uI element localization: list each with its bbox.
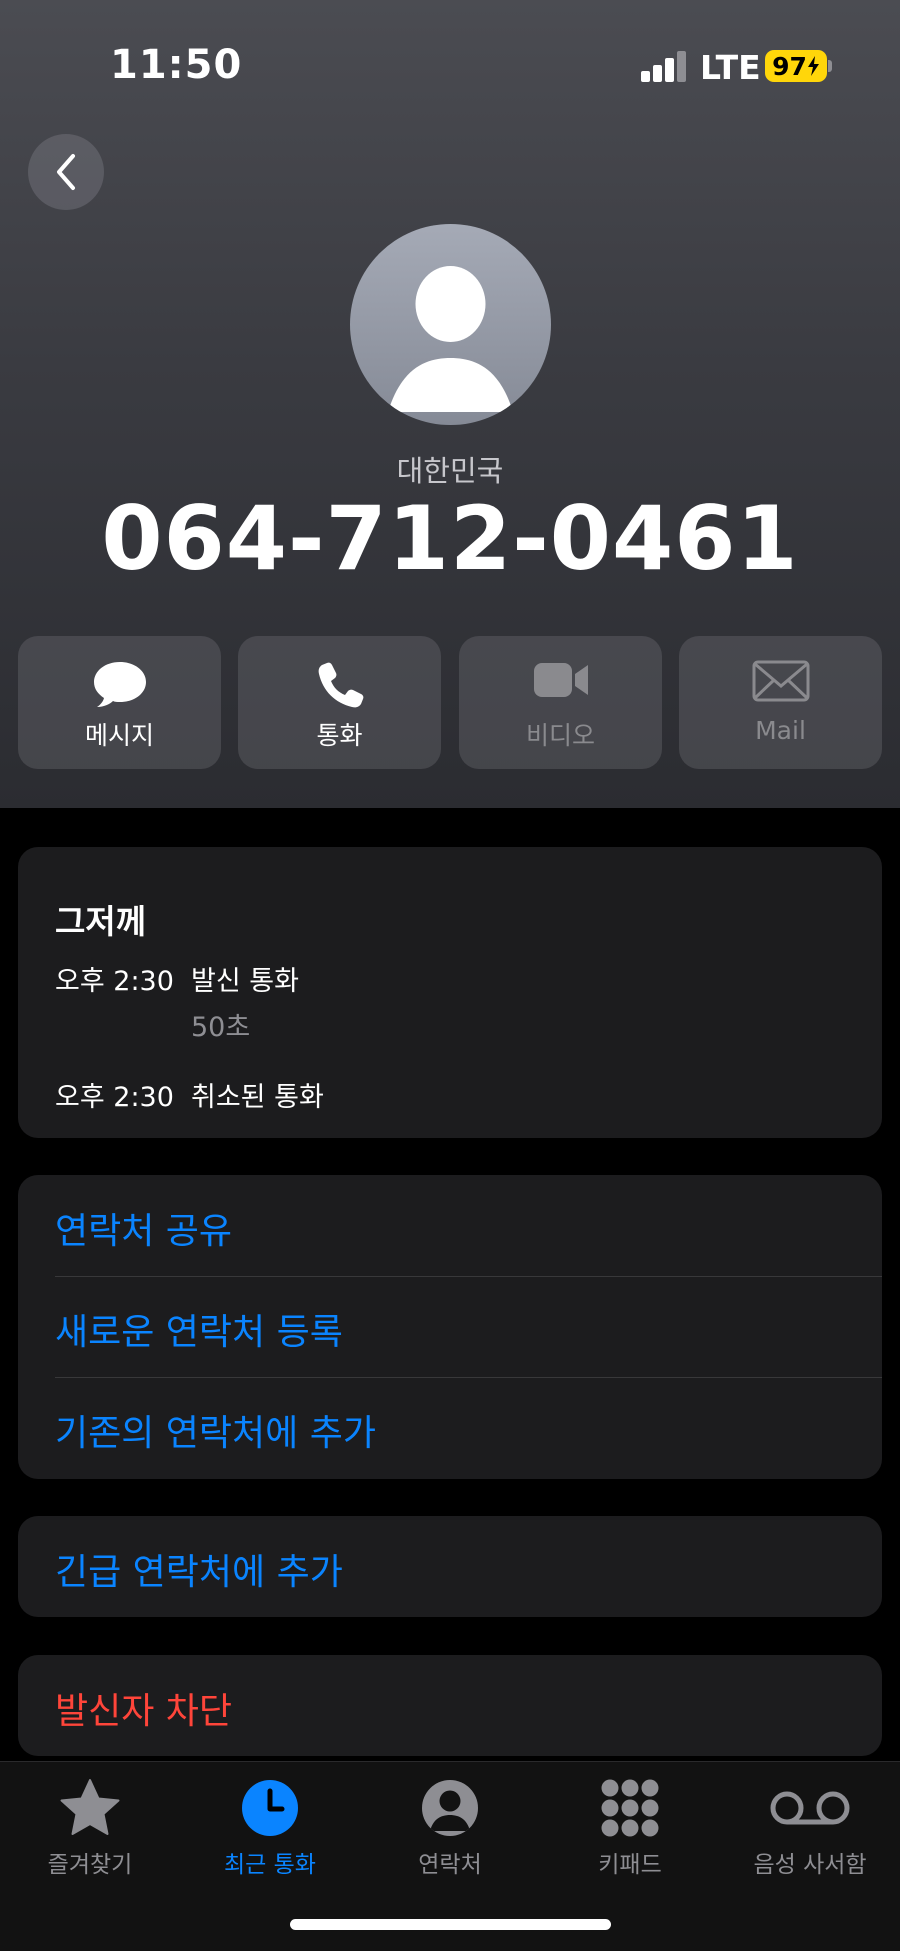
contact-options-card: 연락처 공유 새로운 연락처 등록 기존의 연락처에 추가 xyxy=(18,1175,882,1479)
block-caller-button[interactable]: 발신자 차단 xyxy=(55,1682,232,1734)
add-emergency-contact-button[interactable]: 긴급 연락처에 추가 xyxy=(55,1543,343,1595)
home-indicator[interactable] xyxy=(290,1919,611,1930)
keypad-icon xyxy=(540,1776,720,1840)
tab-favorites[interactable]: 즐겨찾기 xyxy=(0,1762,180,1912)
video-button[interactable]: 비디오 xyxy=(459,636,662,769)
battery-level: 97 xyxy=(772,51,807,81)
phone-icon xyxy=(238,660,441,710)
call-day-label: 그저께 xyxy=(55,902,147,941)
chevron-left-icon xyxy=(57,154,75,190)
call-button[interactable]: 통화 xyxy=(238,636,441,769)
status-time: 11:50 xyxy=(110,42,243,88)
call-time: 오후 2:30 xyxy=(55,1082,174,1113)
divider xyxy=(55,1276,882,1277)
person-circle-icon xyxy=(360,1776,540,1840)
add-to-existing-contact-button[interactable]: 기존의 연락처에 추가 xyxy=(55,1404,376,1456)
charging-bolt-icon xyxy=(807,56,819,76)
phone-number: 064-712-0461 xyxy=(101,487,799,590)
tab-label: 음성 사서함 xyxy=(753,1852,867,1878)
star-icon xyxy=(0,1776,180,1840)
call-duration: 50초 xyxy=(191,1012,251,1043)
tab-label: 최근 통화 xyxy=(224,1852,316,1878)
share-contact-button[interactable]: 연락처 공유 xyxy=(55,1202,232,1254)
call-type: 발신 통화 xyxy=(191,966,299,997)
emergency-contact-card: 긴급 연락처에 추가 xyxy=(18,1516,882,1617)
create-new-contact-button[interactable]: 새로운 연락처 등록 xyxy=(55,1303,343,1355)
network-type: LTE xyxy=(700,48,761,87)
status-bar: 11:50 LTE 97 xyxy=(0,0,900,130)
avatar xyxy=(350,224,551,425)
action-buttons: 메시지 통화 비디오 Mail xyxy=(18,636,882,769)
battery-cap xyxy=(828,60,832,72)
call-type: 취소된 통화 xyxy=(191,1082,324,1113)
message-bubble-icon xyxy=(18,660,221,710)
back-button[interactable] xyxy=(28,134,104,210)
tab-label: 키패드 xyxy=(598,1852,662,1878)
contact-header: 11:50 LTE 97 대한민국 064-712-0461 메시지 통화 비디… xyxy=(0,0,900,808)
call-history-card: 그저께 오후 2:30 발신 통화 50초 오후 2:30 취소된 통화 xyxy=(18,847,882,1138)
tab-keypad[interactable]: 키패드 xyxy=(540,1762,720,1912)
tab-voicemail[interactable]: 음성 사서함 xyxy=(720,1762,900,1912)
tab-label: 연락처 xyxy=(418,1852,482,1878)
signal-strength-icon xyxy=(641,50,687,82)
mail-button[interactable]: Mail xyxy=(679,636,882,769)
tab-label: 즐겨찾기 xyxy=(47,1852,133,1878)
video-camera-icon xyxy=(459,660,662,710)
mail-label: Mail xyxy=(755,716,806,745)
message-button[interactable]: 메시지 xyxy=(18,636,221,769)
tab-recents[interactable]: 최근 통화 xyxy=(180,1762,360,1912)
voicemail-icon xyxy=(720,1776,900,1840)
tab-contacts[interactable]: 연락처 xyxy=(360,1762,540,1912)
video-label: 비디오 xyxy=(525,721,595,750)
block-caller-card: 발신자 차단 xyxy=(18,1655,882,1756)
message-label: 메시지 xyxy=(84,721,154,750)
call-time: 오후 2:30 xyxy=(55,966,174,997)
battery-icon: 97 xyxy=(765,50,827,82)
divider xyxy=(55,1377,882,1378)
country-label: 대한민국 xyxy=(396,454,504,488)
call-label: 통화 xyxy=(316,721,363,750)
clock-icon xyxy=(180,1776,360,1840)
mail-envelope-icon xyxy=(679,660,882,710)
person-silhouette-icon xyxy=(388,266,513,412)
